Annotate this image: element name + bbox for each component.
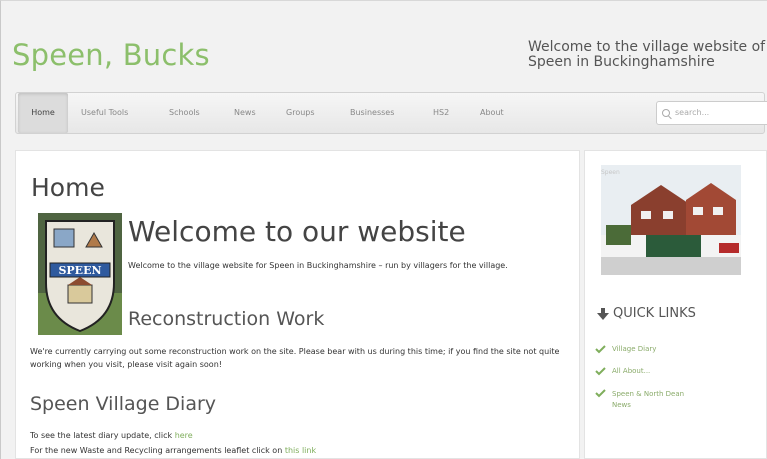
quick-links-title: QUICK LINKS bbox=[613, 306, 696, 321]
welcome-paragraph: Welcome to the village website for Speen… bbox=[128, 261, 508, 270]
down-arrow-icon bbox=[597, 308, 609, 320]
diary-line-1-text: To see the latest diary update, click bbox=[30, 431, 175, 440]
nav-item-home[interactable]: Home bbox=[18, 93, 68, 133]
welcome-heading: Welcome to our website bbox=[128, 215, 466, 248]
check-icon bbox=[595, 367, 606, 376]
diary-line-1: To see the latest diary update, click he… bbox=[30, 431, 193, 440]
nav-item-about[interactable]: About bbox=[480, 93, 504, 133]
quick-link-label: Village Diary bbox=[612, 345, 657, 353]
nav-item-useful-tools[interactable]: Useful Tools bbox=[81, 93, 128, 133]
reconstruction-paragraph: We're currently carrying out some recons… bbox=[30, 347, 560, 369]
diary-here-link[interactable]: here bbox=[175, 431, 193, 440]
search-icon bbox=[662, 109, 670, 117]
main-navbar: Home Useful Tools Schools News Groups Bu… bbox=[15, 92, 767, 134]
sidebar: Speen QUICK LINKS Village Diary All Abou… bbox=[584, 150, 767, 459]
nav-item-schools[interactable]: Schools bbox=[169, 93, 200, 133]
diary-line-2: For the new Waste and Recycling arrangem… bbox=[30, 446, 316, 455]
check-icon bbox=[595, 345, 606, 354]
site-title[interactable]: Speen, Bucks bbox=[12, 38, 210, 72]
diary-line-2-text: For the new Waste and Recycling arrangem… bbox=[30, 446, 285, 455]
check-icon bbox=[595, 389, 606, 398]
nav-item-groups[interactable]: Groups bbox=[286, 93, 315, 133]
village-sign-image: SPEEN bbox=[38, 213, 122, 335]
recycling-leaflet-link[interactable]: this link bbox=[285, 446, 316, 455]
nav-item-news[interactable]: News bbox=[234, 93, 256, 133]
nav-item-hs2[interactable]: HS2 bbox=[433, 93, 449, 133]
village-photo bbox=[601, 165, 741, 275]
main-content: Home SPEEN Welcome to our website Welcom… bbox=[15, 150, 580, 459]
search-input[interactable]: search... bbox=[656, 101, 767, 125]
site-tagline: Welcome to the village website of Speen … bbox=[528, 39, 766, 70]
shield-text: SPEEN bbox=[58, 264, 101, 277]
page-title: Home bbox=[31, 173, 105, 202]
reconstruction-heading: Reconstruction Work bbox=[128, 308, 325, 330]
quick-link-label: All About... bbox=[612, 367, 651, 375]
search-placeholder: search... bbox=[675, 108, 710, 117]
diary-heading: Speen Village Diary bbox=[30, 393, 217, 415]
nav-item-businesses[interactable]: Businesses bbox=[350, 93, 394, 133]
quick-link-label: Speen & North Dean News bbox=[612, 390, 685, 409]
photo-caption: Speen bbox=[601, 169, 620, 176]
